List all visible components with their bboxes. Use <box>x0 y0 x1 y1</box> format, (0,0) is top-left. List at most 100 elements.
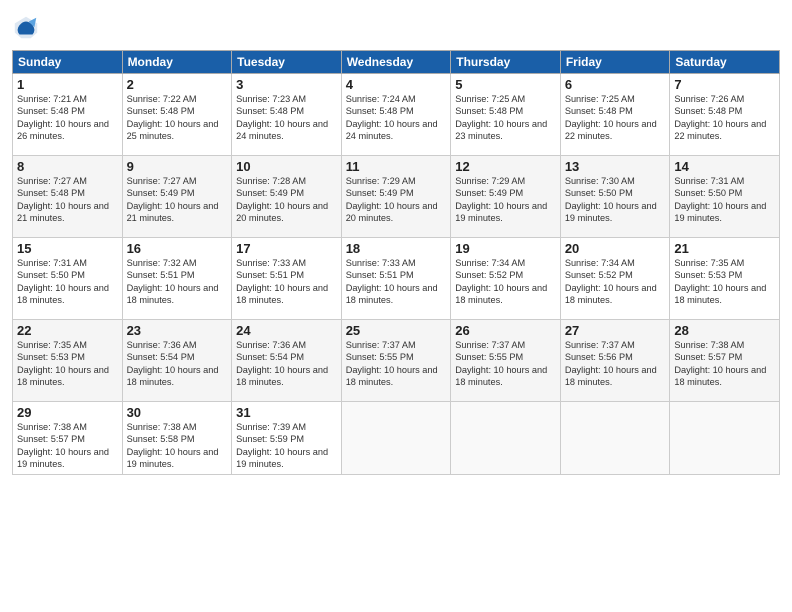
col-header-thursday: Thursday <box>451 51 561 74</box>
day-cell <box>560 402 670 475</box>
col-header-wednesday: Wednesday <box>341 51 451 74</box>
day-number: 31 <box>236 405 337 420</box>
day-cell: 7Sunrise: 7:26 AMSunset: 5:48 PMDaylight… <box>670 74 780 156</box>
calendar-table: SundayMondayTuesdayWednesdayThursdayFrid… <box>12 50 780 475</box>
day-cell: 18Sunrise: 7:33 AMSunset: 5:51 PMDayligh… <box>341 238 451 320</box>
day-number: 1 <box>17 77 118 92</box>
day-info: Sunrise: 7:39 AMSunset: 5:59 PMDaylight:… <box>236 421 337 471</box>
day-info: Sunrise: 7:35 AMSunset: 5:53 PMDaylight:… <box>674 257 775 307</box>
day-number: 12 <box>455 159 556 174</box>
day-cell: 12Sunrise: 7:29 AMSunset: 5:49 PMDayligh… <box>451 156 561 238</box>
day-info: Sunrise: 7:29 AMSunset: 5:49 PMDaylight:… <box>455 175 556 225</box>
week-row-1: 1Sunrise: 7:21 AMSunset: 5:48 PMDaylight… <box>13 74 780 156</box>
day-cell: 15Sunrise: 7:31 AMSunset: 5:50 PMDayligh… <box>13 238 123 320</box>
day-info: Sunrise: 7:33 AMSunset: 5:51 PMDaylight:… <box>346 257 447 307</box>
day-cell: 10Sunrise: 7:28 AMSunset: 5:49 PMDayligh… <box>232 156 342 238</box>
day-number: 29 <box>17 405 118 420</box>
day-info: Sunrise: 7:26 AMSunset: 5:48 PMDaylight:… <box>674 93 775 143</box>
day-cell: 27Sunrise: 7:37 AMSunset: 5:56 PMDayligh… <box>560 320 670 402</box>
day-info: Sunrise: 7:34 AMSunset: 5:52 PMDaylight:… <box>455 257 556 307</box>
day-info: Sunrise: 7:22 AMSunset: 5:48 PMDaylight:… <box>127 93 228 143</box>
day-info: Sunrise: 7:32 AMSunset: 5:51 PMDaylight:… <box>127 257 228 307</box>
day-info: Sunrise: 7:25 AMSunset: 5:48 PMDaylight:… <box>455 93 556 143</box>
day-number: 14 <box>674 159 775 174</box>
day-number: 16 <box>127 241 228 256</box>
day-info: Sunrise: 7:23 AMSunset: 5:48 PMDaylight:… <box>236 93 337 143</box>
day-cell: 17Sunrise: 7:33 AMSunset: 5:51 PMDayligh… <box>232 238 342 320</box>
day-cell: 23Sunrise: 7:36 AMSunset: 5:54 PMDayligh… <box>122 320 232 402</box>
day-cell: 26Sunrise: 7:37 AMSunset: 5:55 PMDayligh… <box>451 320 561 402</box>
day-number: 22 <box>17 323 118 338</box>
day-info: Sunrise: 7:21 AMSunset: 5:48 PMDaylight:… <box>17 93 118 143</box>
day-number: 7 <box>674 77 775 92</box>
day-cell <box>451 402 561 475</box>
day-cell: 28Sunrise: 7:38 AMSunset: 5:57 PMDayligh… <box>670 320 780 402</box>
day-cell: 4Sunrise: 7:24 AMSunset: 5:48 PMDaylight… <box>341 74 451 156</box>
day-number: 10 <box>236 159 337 174</box>
day-number: 11 <box>346 159 447 174</box>
day-number: 24 <box>236 323 337 338</box>
day-cell: 16Sunrise: 7:32 AMSunset: 5:51 PMDayligh… <box>122 238 232 320</box>
day-info: Sunrise: 7:33 AMSunset: 5:51 PMDaylight:… <box>236 257 337 307</box>
day-number: 21 <box>674 241 775 256</box>
day-info: Sunrise: 7:24 AMSunset: 5:48 PMDaylight:… <box>346 93 447 143</box>
day-info: Sunrise: 7:38 AMSunset: 5:57 PMDaylight:… <box>17 421 118 471</box>
day-info: Sunrise: 7:36 AMSunset: 5:54 PMDaylight:… <box>127 339 228 389</box>
day-cell <box>341 402 451 475</box>
day-info: Sunrise: 7:27 AMSunset: 5:48 PMDaylight:… <box>17 175 118 225</box>
day-info: Sunrise: 7:37 AMSunset: 5:56 PMDaylight:… <box>565 339 666 389</box>
day-cell: 1Sunrise: 7:21 AMSunset: 5:48 PMDaylight… <box>13 74 123 156</box>
day-number: 30 <box>127 405 228 420</box>
header-row: SundayMondayTuesdayWednesdayThursdayFrid… <box>13 51 780 74</box>
day-number: 5 <box>455 77 556 92</box>
day-info: Sunrise: 7:25 AMSunset: 5:48 PMDaylight:… <box>565 93 666 143</box>
day-info: Sunrise: 7:29 AMSunset: 5:49 PMDaylight:… <box>346 175 447 225</box>
day-info: Sunrise: 7:30 AMSunset: 5:50 PMDaylight:… <box>565 175 666 225</box>
day-number: 6 <box>565 77 666 92</box>
header <box>12 10 780 42</box>
day-number: 4 <box>346 77 447 92</box>
day-cell: 9Sunrise: 7:27 AMSunset: 5:49 PMDaylight… <box>122 156 232 238</box>
day-number: 3 <box>236 77 337 92</box>
col-header-sunday: Sunday <box>13 51 123 74</box>
day-cell: 8Sunrise: 7:27 AMSunset: 5:48 PMDaylight… <box>13 156 123 238</box>
day-cell: 24Sunrise: 7:36 AMSunset: 5:54 PMDayligh… <box>232 320 342 402</box>
day-info: Sunrise: 7:35 AMSunset: 5:53 PMDaylight:… <box>17 339 118 389</box>
col-header-tuesday: Tuesday <box>232 51 342 74</box>
day-number: 18 <box>346 241 447 256</box>
day-cell: 22Sunrise: 7:35 AMSunset: 5:53 PMDayligh… <box>13 320 123 402</box>
day-cell: 25Sunrise: 7:37 AMSunset: 5:55 PMDayligh… <box>341 320 451 402</box>
day-number: 9 <box>127 159 228 174</box>
day-cell: 21Sunrise: 7:35 AMSunset: 5:53 PMDayligh… <box>670 238 780 320</box>
day-info: Sunrise: 7:38 AMSunset: 5:57 PMDaylight:… <box>674 339 775 389</box>
day-info: Sunrise: 7:38 AMSunset: 5:58 PMDaylight:… <box>127 421 228 471</box>
day-cell: 2Sunrise: 7:22 AMSunset: 5:48 PMDaylight… <box>122 74 232 156</box>
day-info: Sunrise: 7:27 AMSunset: 5:49 PMDaylight:… <box>127 175 228 225</box>
day-number: 28 <box>674 323 775 338</box>
day-number: 27 <box>565 323 666 338</box>
day-number: 15 <box>17 241 118 256</box>
day-cell: 13Sunrise: 7:30 AMSunset: 5:50 PMDayligh… <box>560 156 670 238</box>
day-number: 20 <box>565 241 666 256</box>
day-info: Sunrise: 7:28 AMSunset: 5:49 PMDaylight:… <box>236 175 337 225</box>
day-number: 17 <box>236 241 337 256</box>
day-number: 23 <box>127 323 228 338</box>
logo <box>12 14 42 42</box>
day-cell: 14Sunrise: 7:31 AMSunset: 5:50 PMDayligh… <box>670 156 780 238</box>
day-info: Sunrise: 7:31 AMSunset: 5:50 PMDaylight:… <box>674 175 775 225</box>
day-number: 25 <box>346 323 447 338</box>
col-header-saturday: Saturday <box>670 51 780 74</box>
day-cell: 5Sunrise: 7:25 AMSunset: 5:48 PMDaylight… <box>451 74 561 156</box>
day-cell: 29Sunrise: 7:38 AMSunset: 5:57 PMDayligh… <box>13 402 123 475</box>
day-cell: 30Sunrise: 7:38 AMSunset: 5:58 PMDayligh… <box>122 402 232 475</box>
day-info: Sunrise: 7:34 AMSunset: 5:52 PMDaylight:… <box>565 257 666 307</box>
logo-icon <box>12 14 40 42</box>
day-info: Sunrise: 7:36 AMSunset: 5:54 PMDaylight:… <box>236 339 337 389</box>
day-number: 13 <box>565 159 666 174</box>
day-number: 2 <box>127 77 228 92</box>
day-cell: 3Sunrise: 7:23 AMSunset: 5:48 PMDaylight… <box>232 74 342 156</box>
day-info: Sunrise: 7:37 AMSunset: 5:55 PMDaylight:… <box>346 339 447 389</box>
day-cell <box>670 402 780 475</box>
day-info: Sunrise: 7:31 AMSunset: 5:50 PMDaylight:… <box>17 257 118 307</box>
calendar-container: SundayMondayTuesdayWednesdayThursdayFrid… <box>0 0 792 612</box>
